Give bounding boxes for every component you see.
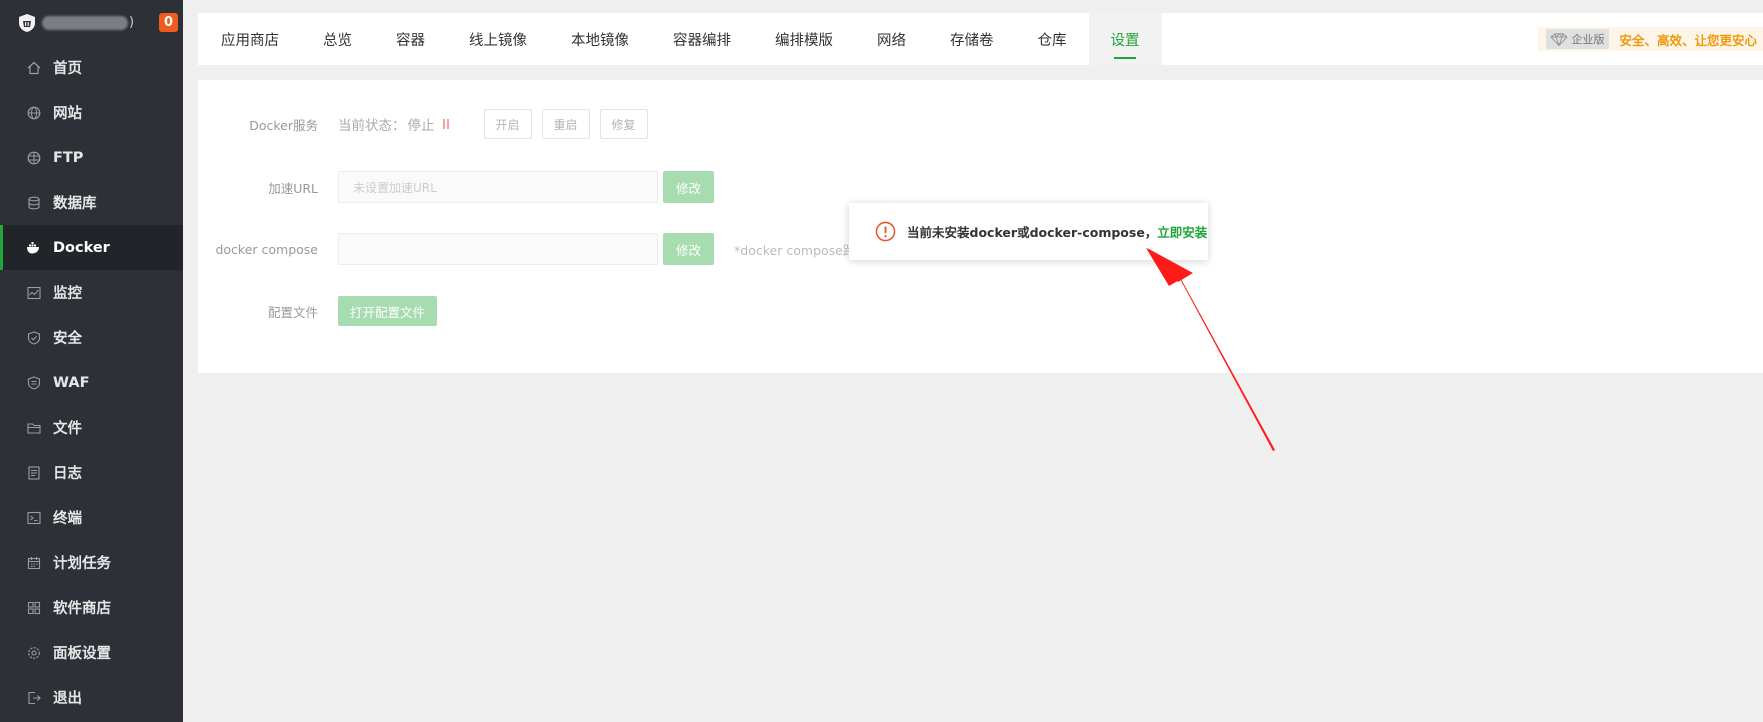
home-icon bbox=[26, 60, 41, 75]
log-icon bbox=[26, 465, 41, 480]
sidebar-item-label: 退出 bbox=[53, 691, 82, 707]
sidebar-item-label: 软件商店 bbox=[53, 601, 111, 617]
sidebar-item-label: 终端 bbox=[53, 511, 82, 527]
mirror-url-field: 未设置加速URL 修改 bbox=[338, 171, 715, 203]
docker-compose-row: docker compose 修改 *docker compose路径 bbox=[198, 232, 868, 266]
sidebar-item-label: 文件 bbox=[53, 421, 82, 437]
sidebar-item-logout[interactable]: 退出 bbox=[0, 675, 183, 720]
docker-service-label: Docker服务 bbox=[249, 117, 318, 133]
sidebar-item-database[interactable]: 数据库 bbox=[0, 180, 183, 225]
monitor-icon bbox=[26, 285, 41, 300]
mirror-url-label: 加速URL bbox=[268, 180, 318, 196]
sidebar-item-logs[interactable]: 日志 bbox=[0, 450, 183, 495]
sidebar-item-terminal[interactable]: 终端 bbox=[0, 495, 183, 540]
tab-online-images[interactable]: 线上镜像 bbox=[447, 13, 549, 65]
not-installed-popup: 当前未安装docker或docker-compose， 立即安装 bbox=[849, 203, 1208, 260]
sidebar-item-security[interactable]: 安全 bbox=[0, 315, 183, 360]
tab-registry[interactable]: 仓库 bbox=[1016, 13, 1089, 65]
docker-compose-path-input[interactable] bbox=[338, 233, 658, 265]
docker-compose-field: 修改 *docker compose路径 bbox=[338, 233, 868, 265]
tab-containers[interactable]: 容器 bbox=[374, 13, 447, 65]
sidebar-item-label: 数据库 bbox=[53, 196, 97, 212]
sidebar-item-label: Docker bbox=[53, 239, 110, 256]
restart-button[interactable]: 重启 bbox=[541, 109, 590, 139]
sidebar-item-label: 网站 bbox=[53, 106, 82, 122]
tab-network[interactable]: 网络 bbox=[855, 13, 928, 65]
gear-icon bbox=[26, 645, 41, 660]
sidebar-item-monitor[interactable]: 监控 bbox=[0, 270, 183, 315]
server-name-tail: ) bbox=[129, 15, 135, 30]
docker-service-row: Docker服务 当前状态： 停止 开启 重启 修复 bbox=[198, 107, 648, 141]
enterprise-badge: 企业版 bbox=[1546, 29, 1610, 49]
sidebar-item-label: 面板设置 bbox=[53, 646, 111, 662]
docker-compose-label: docker compose bbox=[215, 241, 318, 257]
sidebar-menu: 首页 网站 FTP 数据库 Docker 监控 安全 WAF 文件 日志 终端 … bbox=[0, 45, 183, 720]
mirror-url-input[interactable]: 未设置加速URL bbox=[338, 171, 658, 203]
logout-icon bbox=[26, 690, 41, 705]
docker-compose-hint: *docker compose路径 bbox=[734, 242, 868, 258]
config-file-label: 配置文件 bbox=[267, 304, 318, 320]
terminal-icon bbox=[26, 510, 41, 525]
config-file-row: 配置文件 打开配置文件 bbox=[198, 294, 438, 328]
notification-badge[interactable]: 0 bbox=[159, 13, 178, 32]
sidebar-item-website[interactable]: 网站 bbox=[0, 90, 183, 135]
mirror-url-edit-button[interactable]: 修改 bbox=[663, 171, 715, 203]
install-now-link[interactable]: 立即安装 bbox=[1157, 222, 1207, 241]
open-config-file-button[interactable]: 打开配置文件 bbox=[338, 296, 438, 326]
enterprise-slogan: 安全、高效、让您更安心 bbox=[1619, 32, 1757, 48]
tab-settings[interactable]: 设置 bbox=[1088, 13, 1162, 65]
globe-icon bbox=[26, 105, 41, 120]
server-name-redacted bbox=[42, 15, 128, 30]
sidebar-item-label: FTP bbox=[53, 149, 84, 166]
status-value: 停止 bbox=[407, 118, 435, 134]
docker-icon bbox=[26, 240, 41, 255]
logo-icon bbox=[18, 13, 36, 33]
sidebar-item-panel-settings[interactable]: 面板设置 bbox=[0, 630, 183, 675]
sidebar-item-label: 监控 bbox=[53, 286, 82, 302]
config-file-field: 打开配置文件 bbox=[338, 296, 438, 326]
calendar-icon bbox=[26, 555, 41, 570]
sidebar-item-ftp[interactable]: FTP bbox=[0, 135, 183, 180]
sidebar-item-software-store[interactable]: 软件商店 bbox=[0, 585, 183, 630]
mirror-url-row: 加速URL 未设置加速URL 修改 bbox=[198, 170, 715, 204]
status-label: 当前状态： bbox=[338, 118, 406, 134]
tab-volumes[interactable]: 存储卷 bbox=[928, 13, 1016, 65]
tab-local-images[interactable]: 本地镜像 bbox=[549, 13, 651, 65]
sidebar-item-files[interactable]: 文件 bbox=[0, 405, 183, 450]
stopped-icon bbox=[442, 119, 449, 129]
apps-icon bbox=[26, 600, 41, 615]
sidebar-item-label: 首页 bbox=[53, 61, 82, 77]
docker-tabbar: 应用商店 总览 容器 线上镜像 本地镜像 容器编排 编排模版 网络 存储卷 仓库… bbox=[198, 13, 1763, 65]
waf-icon bbox=[26, 375, 41, 390]
tab-compose-templates[interactable]: 编排模版 bbox=[753, 13, 855, 65]
sidebar: ) 0 首页 网站 FTP 数据库 Docker 监控 安全 WAF 文件 日志… bbox=[0, 0, 183, 722]
not-installed-message: 当前未安装docker或docker-compose， bbox=[907, 225, 1158, 240]
docker-compose-edit-button[interactable]: 修改 bbox=[663, 233, 715, 265]
folder-icon bbox=[26, 420, 41, 435]
tab-overview[interactable]: 总览 bbox=[301, 13, 374, 65]
diamond-icon bbox=[1550, 32, 1569, 46]
sidebar-item-label: WAF bbox=[53, 374, 90, 391]
tab-app-store[interactable]: 应用商店 bbox=[198, 13, 301, 65]
sidebar-item-label: 日志 bbox=[53, 466, 82, 482]
warning-icon bbox=[875, 221, 896, 242]
sidebar-item-home[interactable]: 首页 bbox=[0, 45, 183, 90]
tab-compose[interactable]: 容器编排 bbox=[651, 13, 753, 65]
repair-button[interactable]: 修复 bbox=[599, 109, 648, 139]
database-icon bbox=[26, 195, 41, 210]
sidebar-item-waf[interactable]: WAF bbox=[0, 360, 183, 405]
sidebar-item-label: 计划任务 bbox=[53, 556, 111, 572]
enterprise-promo[interactable]: 企业版 安全、高效、让您更安心 bbox=[1538, 27, 1763, 51]
ftp-icon bbox=[26, 150, 41, 165]
brand: ) 0 bbox=[0, 0, 183, 45]
enterprise-badge-label: 企业版 bbox=[1571, 33, 1605, 46]
start-button[interactable]: 开启 bbox=[483, 109, 532, 139]
shield-icon bbox=[26, 330, 41, 345]
docker-service-field: 当前状态： 停止 开启 重启 修复 bbox=[338, 109, 648, 139]
sidebar-item-cron[interactable]: 计划任务 bbox=[0, 540, 183, 585]
sidebar-item-label: 安全 bbox=[53, 331, 82, 347]
sidebar-item-docker[interactable]: Docker bbox=[0, 225, 183, 270]
